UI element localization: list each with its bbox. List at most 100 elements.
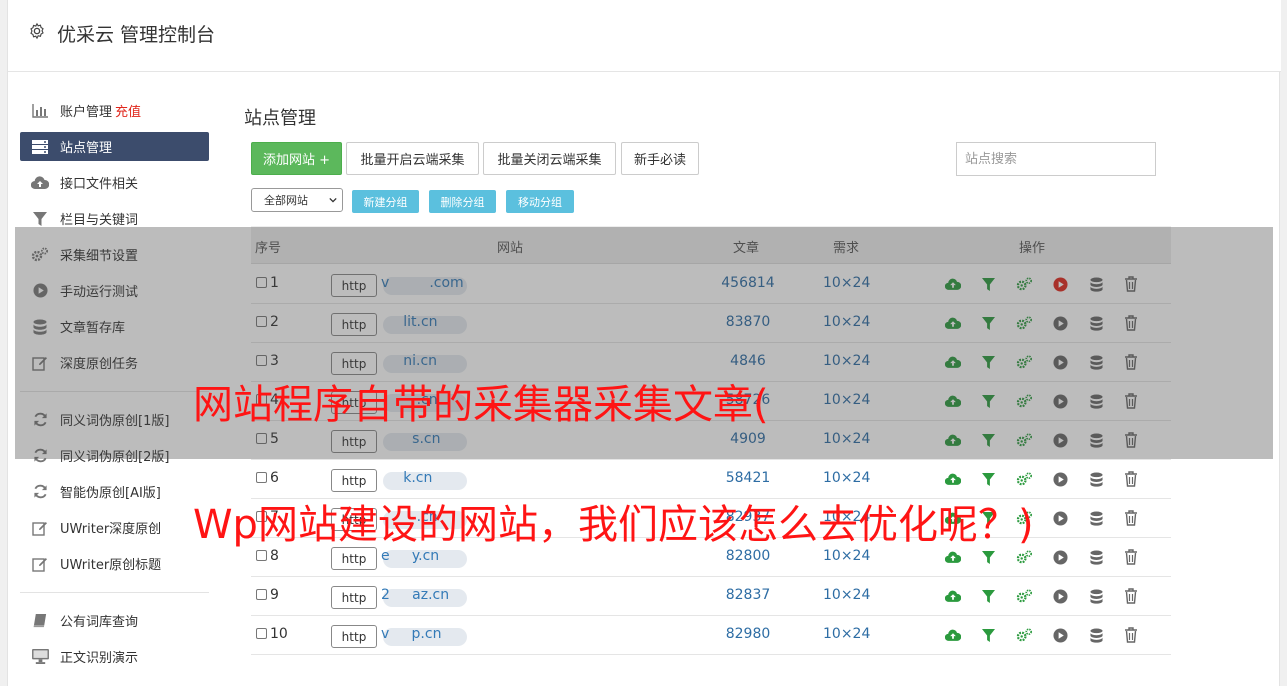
demand-value[interactable]: 10×24 (823, 626, 870, 642)
filter-icon[interactable] (979, 392, 997, 410)
sidebar-item-ai-rewrite[interactable]: 智能伪原创[AI版] (20, 477, 209, 506)
sidebar-item-manual-test[interactable]: 手动运行测试 (20, 276, 209, 305)
trash-icon[interactable] (1122, 392, 1140, 410)
site-domain[interactable]: e y.cn (381, 548, 439, 564)
site-domain[interactable]: v .com (381, 275, 464, 291)
new-group-button[interactable]: 新建分组 (352, 190, 419, 213)
cogs-icon[interactable] (1015, 353, 1033, 371)
sidebar-item-article-store[interactable]: 文章暂存库 (20, 312, 209, 341)
upload-icon[interactable] (944, 392, 962, 410)
database-icon[interactable] (1087, 626, 1105, 644)
sidebar-item-uwriter-deep[interactable]: UWriter深度原创 (20, 513, 209, 542)
site-domain[interactable]: ni.cn (381, 353, 437, 369)
play-icon[interactable] (1051, 626, 1069, 644)
database-icon[interactable] (1087, 275, 1105, 293)
filter-icon[interactable] (979, 353, 997, 371)
recharge-link[interactable]: 充值 (115, 101, 141, 120)
row-checkbox[interactable] (256, 277, 267, 288)
demand-value[interactable]: 10×24 (823, 587, 870, 603)
upload-icon[interactable] (944, 470, 962, 488)
play-icon[interactable] (1051, 470, 1069, 488)
play-icon[interactable] (1051, 353, 1069, 371)
cogs-icon[interactable] (1015, 275, 1033, 293)
database-icon[interactable] (1087, 392, 1105, 410)
demand-value[interactable]: 10×24 (823, 353, 870, 369)
demand-value[interactable]: 10×24 (823, 392, 870, 408)
sidebar-item-interface-files[interactable]: 接口文件相关 (20, 168, 209, 197)
cogs-icon[interactable] (1015, 587, 1033, 605)
sidebar-item-synonym-v2[interactable]: 同义词伪原创[2版] (20, 441, 209, 470)
sidebar-item-text-recognition[interactable]: 正文识别演示 (20, 642, 209, 671)
http-badge[interactable]: http (331, 313, 377, 336)
database-icon[interactable] (1087, 587, 1105, 605)
article-count[interactable]: 456814 (706, 275, 790, 291)
sidebar-item-columns-keywords[interactable]: 栏目与关键词 (20, 204, 209, 233)
trash-icon[interactable] (1122, 470, 1140, 488)
filter-icon[interactable] (979, 587, 997, 605)
sidebar-item-crawl-settings[interactable]: 采集细节设置 (20, 240, 209, 269)
trash-icon[interactable] (1122, 626, 1140, 644)
play-icon[interactable] (1051, 587, 1069, 605)
batch-enable-cloud-button[interactable]: 批量开启云端采集 (346, 142, 479, 175)
http-badge[interactable]: http (331, 547, 377, 570)
play-icon[interactable] (1051, 431, 1069, 449)
article-count[interactable]: 4846 (706, 353, 790, 369)
row-checkbox[interactable] (256, 355, 267, 366)
trash-icon[interactable] (1122, 353, 1140, 371)
play-icon[interactable] (1051, 548, 1069, 566)
demand-value[interactable]: 10×24 (823, 314, 870, 330)
upload-icon[interactable] (944, 275, 962, 293)
sidebar-item-public-lexicon[interactable]: 公有词库查询 (20, 606, 209, 635)
upload-icon[interactable] (944, 548, 962, 566)
demand-value[interactable]: 10×24 (823, 431, 870, 447)
article-count[interactable]: 4909 (706, 431, 790, 447)
row-checkbox[interactable] (256, 550, 267, 561)
trash-icon[interactable] (1122, 548, 1140, 566)
play-icon[interactable] (1051, 314, 1069, 332)
article-count[interactable]: 82980 (706, 626, 790, 642)
sidebar-item-sites[interactable]: 站点管理 (20, 132, 209, 161)
trash-icon[interactable] (1122, 431, 1140, 449)
filter-icon[interactable] (979, 626, 997, 644)
trash-icon[interactable] (1122, 275, 1140, 293)
cogs-icon[interactable] (1015, 392, 1033, 410)
article-count[interactable]: 82837 (706, 587, 790, 603)
http-badge[interactable]: http (331, 430, 377, 453)
cogs-icon[interactable] (1015, 626, 1033, 644)
play-icon[interactable] (1051, 509, 1069, 527)
filter-icon[interactable] (979, 314, 997, 332)
cogs-icon[interactable] (1015, 314, 1033, 332)
filter-icon[interactable] (979, 275, 997, 293)
database-icon[interactable] (1087, 548, 1105, 566)
http-badge[interactable]: http (331, 586, 377, 609)
demand-value[interactable]: 10×24 (823, 548, 870, 564)
trash-icon[interactable] (1122, 587, 1140, 605)
site-domain[interactable]: 2 az.cn (381, 587, 449, 603)
demand-value[interactable]: 10×24 (823, 470, 870, 486)
group-select[interactable]: 全部网站 (251, 188, 343, 212)
move-group-button[interactable]: 移动分组 (506, 190, 574, 213)
upload-icon[interactable] (944, 431, 962, 449)
filter-icon[interactable] (979, 548, 997, 566)
site-domain[interactable]: lit.cn (381, 314, 437, 330)
filter-icon[interactable] (979, 470, 997, 488)
play-icon[interactable] (1051, 392, 1069, 410)
database-icon[interactable] (1087, 470, 1105, 488)
trash-icon[interactable] (1122, 314, 1140, 332)
row-checkbox[interactable] (256, 472, 267, 483)
filter-icon[interactable] (979, 431, 997, 449)
article-count[interactable]: 82800 (706, 548, 790, 564)
add-site-button[interactable]: 添加网站 + (251, 142, 342, 175)
database-icon[interactable] (1087, 353, 1105, 371)
upload-icon[interactable] (944, 314, 962, 332)
http-badge[interactable]: http (331, 625, 377, 648)
http-badge[interactable]: http (331, 469, 377, 492)
cogs-icon[interactable] (1015, 431, 1033, 449)
delete-group-button[interactable]: 删除分组 (429, 190, 496, 213)
article-count[interactable]: 83870 (706, 314, 790, 330)
batch-disable-cloud-button[interactable]: 批量关闭云端采集 (483, 142, 616, 175)
site-domain[interactable]: v p.cn (381, 626, 441, 642)
sidebar-item-account[interactable]: 账户管理 充值 (20, 96, 209, 125)
sidebar-item-uwriter-title[interactable]: UWriter原创标题 (20, 549, 209, 578)
sidebar-item-deep-original[interactable]: 深度原创任务 (20, 348, 209, 377)
